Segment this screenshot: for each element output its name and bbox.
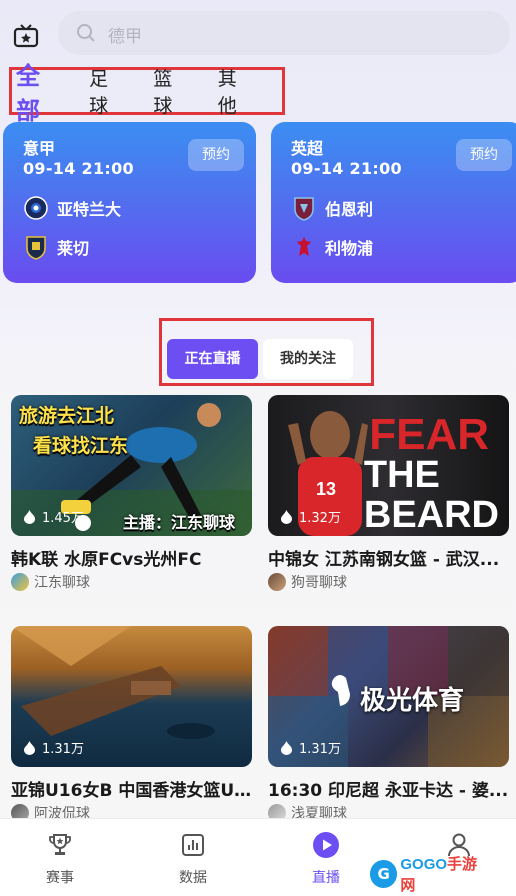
live-follow-toggle: 正在直播 我的关注 bbox=[159, 318, 374, 386]
stream-thumbnail[interactable]: 13 FEAR THE BEARD 1.32万 bbox=[268, 395, 509, 536]
view-count: 1.31万 bbox=[280, 738, 341, 757]
view-count-text: 1.32万 bbox=[299, 511, 341, 526]
nav-label: 数据 bbox=[179, 870, 207, 886]
match-time: 09-14 21:00 bbox=[291, 159, 402, 178]
host-name: 狗哥聊球 bbox=[291, 575, 347, 591]
trophy-icon bbox=[49, 834, 71, 855]
watermark-brand: GOGO bbox=[400, 856, 448, 873]
overlay-text: BEARD bbox=[363, 494, 499, 536]
overlay-text: 旅游去江北 bbox=[19, 405, 115, 427]
nav-item-data[interactable]: 数据 bbox=[163, 831, 223, 887]
bottom-nav: 赛事 数据 直播 G GOGO手游网 bbox=[0, 818, 516, 896]
watermark-g: G bbox=[370, 860, 398, 888]
tab-all[interactable]: 全部 bbox=[16, 56, 63, 126]
stream-host: 江东聊球 bbox=[11, 572, 90, 592]
away-team: 利物浦 bbox=[291, 233, 373, 261]
lecce-logo-icon bbox=[26, 236, 46, 260]
stream-thumbnail[interactable]: 旅游去江北 看球找江东 主播：江东聊球 1.45万 bbox=[11, 395, 252, 536]
my-follow-button[interactable]: 我的关注 bbox=[263, 339, 353, 379]
overlay-text: 极光体育 bbox=[360, 686, 465, 716]
overlay-text: 主播：江东聊球 bbox=[123, 513, 236, 532]
stream-card[interactable]: 极光体育 1.31万 16:30 印尼超 永亚卡达 - 婆... 浅夏聊球 bbox=[268, 626, 509, 822]
view-count-text: 1.31万 bbox=[42, 742, 84, 757]
nav-item-live[interactable]: 直播 bbox=[296, 831, 356, 887]
fire-icon bbox=[24, 740, 35, 755]
stream-card[interactable]: 13 FEAR THE BEARD 1.32万 中锦女 江苏南钢女篮 - 武汉.… bbox=[268, 395, 509, 591]
stream-title: 亚锦U16女B 中国香港女篮U... bbox=[11, 781, 252, 801]
stream-thumbnail[interactable]: 1.31万 bbox=[11, 626, 252, 767]
fire-icon bbox=[281, 509, 292, 524]
view-count: 1.32万 bbox=[280, 507, 341, 526]
nav-label: 直播 bbox=[312, 870, 340, 886]
overlay-text: 看球找江东 bbox=[33, 435, 129, 457]
match-time: 09-14 21:00 bbox=[23, 159, 134, 178]
home-team: 伯恩利 bbox=[291, 194, 373, 222]
tab-football[interactable]: 足球 bbox=[89, 64, 126, 118]
category-tabs: 全部 足球 篮球 其他 bbox=[9, 62, 285, 125]
stream-title: 中锦女 江苏南钢女篮 - 武汉... bbox=[268, 550, 500, 570]
tv-icon[interactable] bbox=[12, 22, 40, 50]
view-count: 1.45万 bbox=[23, 507, 84, 526]
match-card[interactable]: 意甲 09-14 21:00 预约 亚特兰大 莱切 bbox=[3, 122, 256, 283]
overlay-text: THE BEARD bbox=[364, 455, 499, 535]
reserve-button[interactable]: 预约 bbox=[456, 139, 512, 171]
live-now-button[interactable]: 正在直播 bbox=[167, 339, 258, 379]
watermark-text: GOGO手游网 bbox=[400, 853, 490, 895]
svg-text:13: 13 bbox=[316, 479, 336, 499]
stream-card[interactable]: 旅游去江北 看球找江东 主播：江东聊球 1.45万 韩K联 水原FCvs光州FC… bbox=[11, 395, 252, 591]
chart-icon bbox=[182, 834, 204, 856]
burnley-logo-icon bbox=[294, 197, 314, 221]
atalanta-logo-icon bbox=[24, 196, 48, 220]
away-team-name: 莱切 bbox=[57, 239, 90, 258]
top-bar: 德甲 bbox=[0, 0, 516, 64]
nav-item-events[interactable]: 赛事 bbox=[30, 831, 90, 887]
liverpool-logo-icon bbox=[297, 237, 311, 256]
view-count-text: 1.45万 bbox=[42, 511, 84, 526]
league-name: 意甲 bbox=[23, 139, 56, 158]
stream-title: 16:30 印尼超 永亚卡达 - 婆... bbox=[268, 781, 509, 801]
avatar bbox=[11, 573, 29, 591]
search-input[interactable]: 德甲 bbox=[58, 11, 510, 55]
view-count: 1.31万 bbox=[23, 738, 84, 757]
stream-thumbnail[interactable]: 极光体育 1.31万 bbox=[268, 626, 509, 767]
reserve-button[interactable]: 预约 bbox=[188, 139, 244, 171]
stream-host: 狗哥聊球 bbox=[268, 572, 347, 592]
tab-basketball[interactable]: 篮球 bbox=[153, 64, 190, 118]
away-team-name: 利物浦 bbox=[325, 239, 374, 258]
fire-icon bbox=[24, 509, 35, 524]
view-count-text: 1.31万 bbox=[299, 742, 341, 757]
league-name: 英超 bbox=[291, 139, 324, 158]
stream-title: 韩K联 水原FCvs光州FC bbox=[11, 550, 202, 570]
search-icon bbox=[77, 24, 95, 42]
nav-label: 赛事 bbox=[46, 870, 74, 886]
play-icon bbox=[313, 832, 339, 858]
home-team-name: 伯恩利 bbox=[325, 200, 374, 219]
home-team-name: 亚特兰大 bbox=[57, 200, 122, 219]
stream-card[interactable]: 1.31万 亚锦U16女B 中国香港女篮U... 阿波侃球 bbox=[11, 626, 252, 822]
host-name: 江东聊球 bbox=[34, 575, 90, 591]
overlay-text: THE bbox=[363, 454, 440, 496]
tab-other[interactable]: 其他 bbox=[218, 64, 255, 118]
away-team: 莱切 bbox=[23, 233, 89, 261]
fire-icon bbox=[281, 740, 292, 755]
avatar bbox=[268, 573, 286, 591]
match-card[interactable]: 英超 09-14 21:00 预约 伯恩利 利物浦 bbox=[271, 122, 516, 283]
watermark-logo: G GOGO手游网 bbox=[370, 853, 490, 895]
overlay-text: FEAR bbox=[369, 410, 489, 459]
search-placeholder: 德甲 bbox=[108, 27, 142, 47]
home-team: 亚特兰大 bbox=[23, 194, 121, 222]
